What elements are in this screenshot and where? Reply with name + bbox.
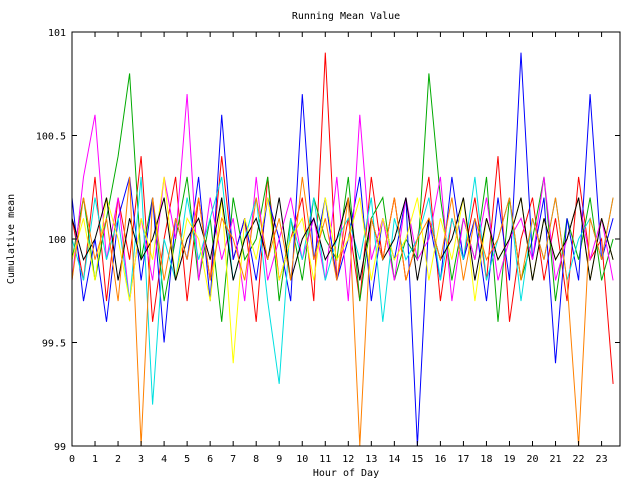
x-tick-label: 22 [573, 454, 585, 465]
x-tick-label: 23 [596, 454, 608, 465]
x-tick-label: 16 [434, 454, 446, 465]
x-tick-label: 1 [92, 454, 98, 465]
x-tick-label: 11 [319, 454, 331, 465]
x-tick-label: 3 [138, 454, 144, 465]
chart-title: Running Mean Value [292, 11, 400, 22]
series-line-2 [71, 73, 614, 322]
x-tick-label: 10 [296, 454, 308, 465]
x-tick-label: 13 [365, 454, 377, 465]
x-tick-label: 2 [115, 454, 121, 465]
x-tick-label: 17 [457, 454, 469, 465]
line-chart: Running Mean Value Hour of Day Cumulativ… [6, 11, 621, 479]
x-tick-label: 18 [480, 454, 492, 465]
y-tick-label: 100.5 [36, 132, 66, 143]
x-tick-label: 4 [161, 454, 167, 465]
x-tick-label: 0 [69, 454, 75, 465]
x-tick-label: 9 [276, 454, 282, 465]
x-tick-label: 5 [184, 454, 190, 465]
x-tick-label: 15 [411, 454, 423, 465]
x-tick-label: 19 [503, 454, 515, 465]
series-line-5 [71, 176, 614, 405]
y-tick-label: 99 [54, 442, 66, 453]
x-tick-label: 20 [526, 454, 538, 465]
series-line-4 [71, 94, 614, 302]
y-axis-label: Cumulative mean [6, 194, 17, 284]
y-tick-label: 100 [48, 235, 66, 246]
x-tick-label: 6 [207, 454, 213, 465]
y-tick-label: 101 [48, 28, 66, 39]
x-tick-label: 14 [388, 454, 400, 465]
x-axis-label: Hour of Day [313, 468, 379, 479]
x-tick-label: 12 [342, 454, 354, 465]
y-tick-label: 99.5 [42, 339, 66, 350]
x-tick-label: 21 [550, 454, 562, 465]
series-group [71, 52, 614, 447]
x-tick-label: 8 [253, 454, 259, 465]
x-tick-label: 7 [230, 454, 236, 465]
